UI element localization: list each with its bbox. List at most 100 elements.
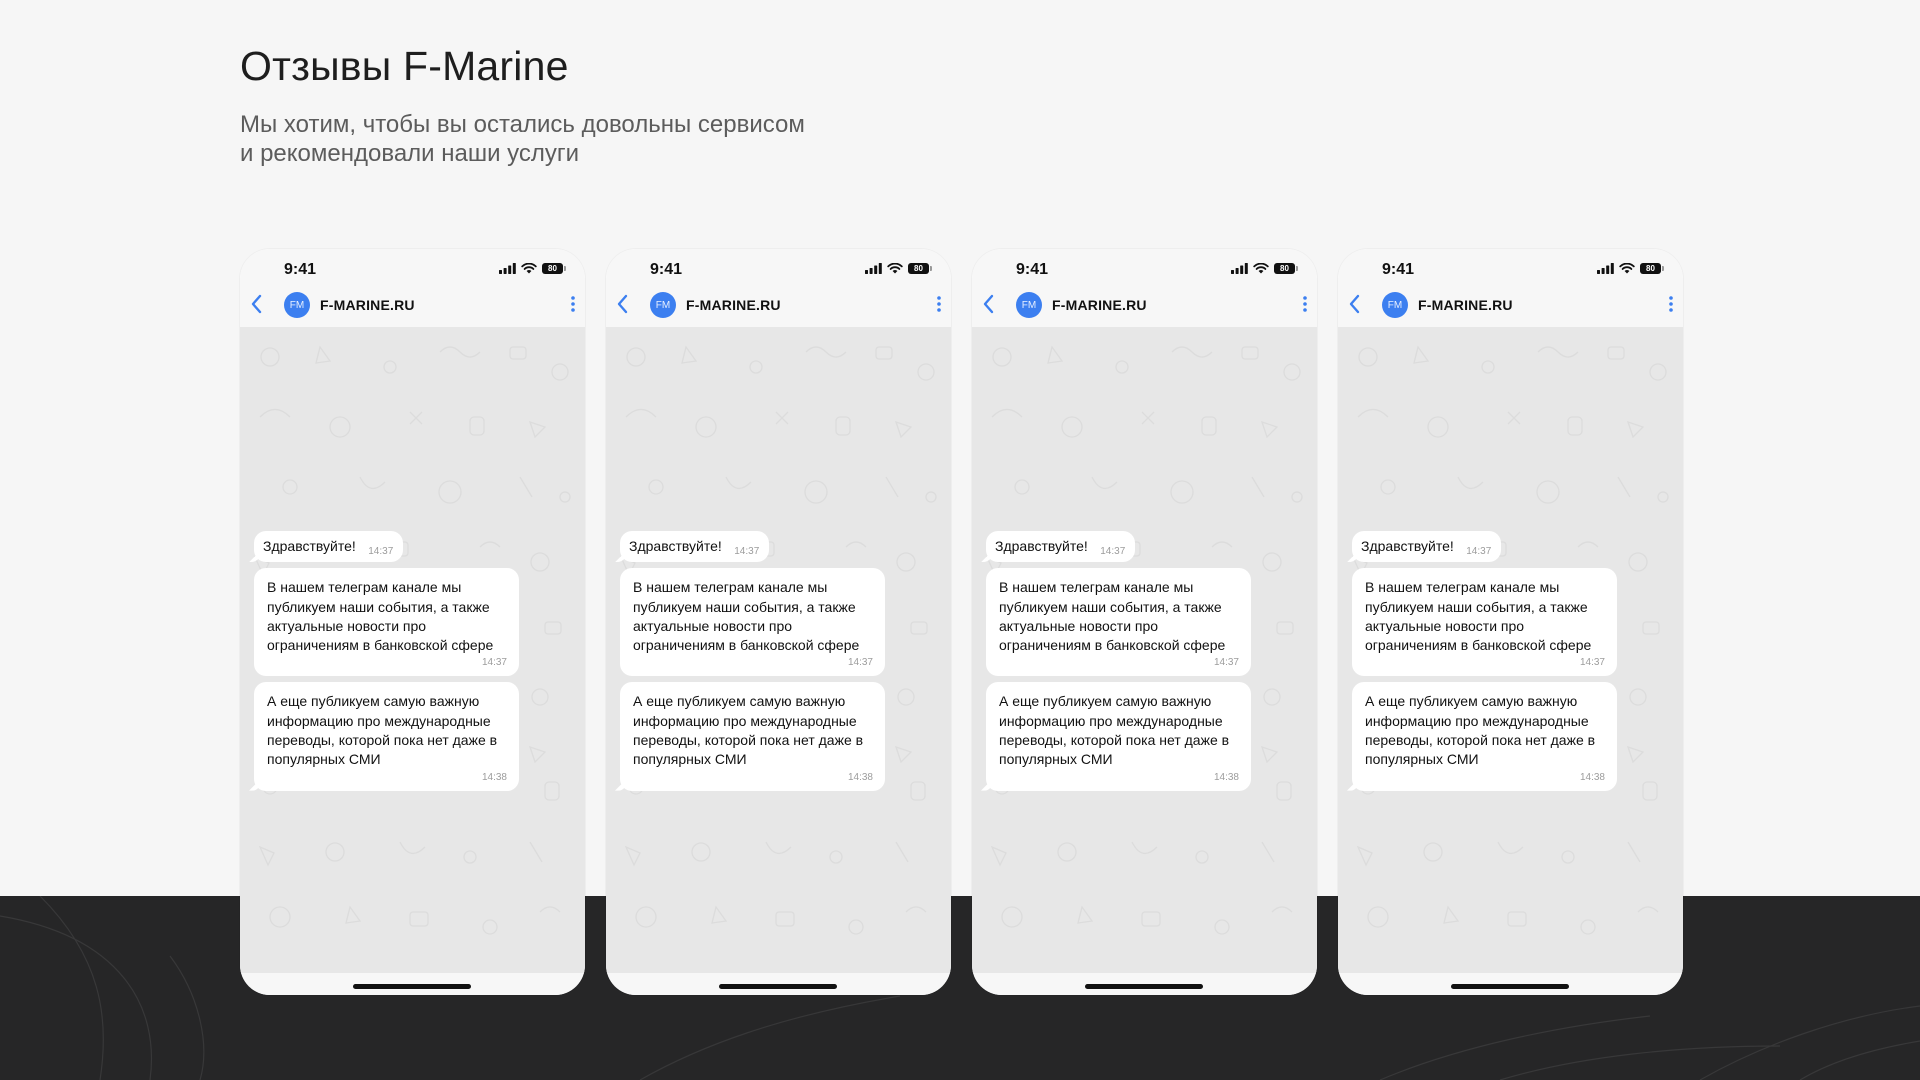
- message-list: Здравствуйте! 14:37 В нашем телеграм кан…: [986, 531, 1251, 797]
- battery-level: 80: [1280, 264, 1289, 273]
- phone-mockup: 9:41 80 FM F-MARINE.RU Здравствуйте! 14:…: [1338, 249, 1683, 995]
- message-bubble[interactable]: А еще публикуем самую важную информацию …: [1352, 682, 1617, 791]
- avatar-initials: FM: [289, 299, 305, 311]
- message-text: В нашем телеграм канале мы публикуем наш…: [999, 579, 1226, 654]
- chat-name[interactable]: F-MARINE.RU: [320, 297, 415, 313]
- chat-avatar[interactable]: FM: [1016, 292, 1042, 318]
- cellular-signal-icon: [499, 263, 516, 274]
- chat-header: FM F-MARINE.RU: [1338, 289, 1683, 319]
- message-bubble[interactable]: А еще публикуем самую важную информацию …: [254, 682, 519, 791]
- battery-icon: 80: [908, 263, 932, 274]
- status-icons: 80: [1597, 263, 1664, 274]
- cellular-signal-icon: [1597, 263, 1614, 274]
- chat-header: FM F-MARINE.RU: [606, 289, 951, 319]
- chat-name[interactable]: F-MARINE.RU: [1418, 297, 1513, 313]
- cellular-signal-icon: [865, 263, 882, 274]
- message-time: 14:37: [368, 546, 394, 557]
- more-vertical-icon[interactable]: [1667, 294, 1675, 314]
- more-vertical-icon[interactable]: [935, 294, 943, 314]
- back-chevron-icon[interactable]: [248, 292, 266, 316]
- avatar-initials: FM: [1387, 299, 1403, 311]
- battery-icon: 80: [1640, 263, 1664, 274]
- phone-mockups: 9:41 80 FM F-MARINE.RU Здравствуйте! 14:…: [240, 249, 1683, 995]
- more-vertical-icon[interactable]: [1301, 294, 1309, 314]
- status-icons: 80: [1231, 263, 1298, 274]
- home-bar-area: [240, 973, 585, 995]
- battery-icon: 80: [1274, 263, 1298, 274]
- message-time: 14:38: [1579, 771, 1605, 783]
- message-text: В нашем телеграм канале мы публикуем наш…: [1365, 579, 1592, 654]
- chat-name[interactable]: F-MARINE.RU: [1052, 297, 1147, 313]
- message-text: Здравствуйте!: [1361, 538, 1454, 554]
- status-icons: 80: [865, 263, 932, 274]
- message-text: Здравствуйте!: [995, 538, 1088, 554]
- message-time: 14:37: [1213, 657, 1239, 669]
- message-time: 14:37: [1579, 657, 1605, 669]
- message-text: В нашем телеграм канале мы публикуем наш…: [633, 579, 860, 654]
- message-time: 14:38: [481, 771, 507, 783]
- home-indicator[interactable]: [353, 984, 471, 989]
- chat-avatar[interactable]: FM: [650, 292, 676, 318]
- chat-area[interactable]: Здравствуйте! 14:37 В нашем телеграм кан…: [606, 327, 951, 973]
- chat-area[interactable]: Здравствуйте! 14:37 В нашем телеграм кан…: [1338, 327, 1683, 973]
- chat-area[interactable]: Здравствуйте! 14:37 В нашем телеграм кан…: [240, 327, 585, 973]
- subtitle-line: и рекомендовали наши услуги: [240, 140, 580, 167]
- status-bar: 9:41 80: [240, 259, 585, 283]
- home-bar-area: [972, 973, 1317, 995]
- back-chevron-icon[interactable]: [980, 292, 998, 316]
- status-time: 9:41: [1382, 261, 1415, 278]
- chat-header: FM F-MARINE.RU: [972, 289, 1317, 319]
- message-text: Здравствуйте!: [629, 538, 722, 554]
- message-bubble[interactable]: В нашем телеграм канале мы публикуем наш…: [254, 568, 519, 677]
- message-time: 14:37: [847, 657, 873, 669]
- phone-mockup: 9:41 80 FM F-MARINE.RU Здравствуйте! 14:…: [240, 249, 585, 995]
- cellular-signal-icon: [1231, 263, 1248, 274]
- message-bubble[interactable]: Здравствуйте! 14:37: [254, 531, 404, 563]
- home-bar-area: [606, 973, 951, 995]
- chat-name[interactable]: F-MARINE.RU: [686, 297, 781, 313]
- status-bar: 9:41 80: [606, 259, 951, 283]
- status-time: 9:41: [284, 261, 317, 278]
- message-time: 14:37: [1100, 546, 1126, 557]
- chat-avatar[interactable]: FM: [1382, 292, 1408, 318]
- message-bubble[interactable]: А еще публикуем самую важную информацию …: [620, 682, 885, 791]
- battery-level: 80: [1646, 264, 1655, 273]
- subtitle-line: Мы хотим, чтобы вы остались довольны сер…: [240, 111, 805, 138]
- page-title: Отзывы F-Marine: [240, 43, 569, 89]
- message-time: 14:37: [734, 546, 760, 557]
- home-indicator[interactable]: [719, 984, 837, 989]
- avatar-initials: FM: [655, 299, 671, 311]
- message-bubble[interactable]: Здравствуйте! 14:37: [1352, 531, 1502, 563]
- back-chevron-icon[interactable]: [614, 292, 632, 316]
- wifi-icon: [1619, 263, 1635, 274]
- message-text: А еще публикуем самую важную информацию …: [633, 693, 864, 768]
- message-bubble[interactable]: А еще публикуем самую важную информацию …: [986, 682, 1251, 791]
- message-time: 14:38: [847, 771, 873, 783]
- wifi-icon: [1253, 263, 1269, 274]
- message-text: А еще публикуем самую важную информацию …: [999, 693, 1230, 768]
- page-header: Отзывы F-Marine Мы хотим, чтобы вы остал…: [240, 40, 805, 168]
- message-list: Здравствуйте! 14:37 В нашем телеграм кан…: [254, 531, 519, 797]
- message-time: 14:38: [1213, 771, 1239, 783]
- status-icons: 80: [499, 263, 566, 274]
- message-text: В нашем телеграм канале мы публикуем наш…: [267, 579, 494, 654]
- back-chevron-icon[interactable]: [1346, 292, 1364, 316]
- message-bubble[interactable]: В нашем телеграм канале мы публикуем наш…: [620, 568, 885, 677]
- phone-mockup: 9:41 80 FM F-MARINE.RU Здравствуйте! 14:…: [972, 249, 1317, 995]
- status-bar: 9:41 80: [1338, 259, 1683, 283]
- message-bubble[interactable]: В нашем телеграм канале мы публикуем наш…: [1352, 568, 1617, 677]
- message-bubble[interactable]: Здравствуйте! 14:37: [986, 531, 1136, 563]
- message-bubble[interactable]: В нашем телеграм канале мы публикуем наш…: [986, 568, 1251, 677]
- message-list: Здравствуйте! 14:37 В нашем телеграм кан…: [620, 531, 885, 797]
- home-indicator[interactable]: [1085, 984, 1203, 989]
- chat-avatar[interactable]: FM: [284, 292, 310, 318]
- message-text: Здравствуйте!: [263, 538, 356, 554]
- message-time: 14:37: [1466, 546, 1492, 557]
- home-indicator[interactable]: [1451, 984, 1569, 989]
- chat-area[interactable]: Здравствуйте! 14:37 В нашем телеграм кан…: [972, 327, 1317, 973]
- message-list: Здравствуйте! 14:37 В нашем телеграм кан…: [1352, 531, 1617, 797]
- message-time: 14:37: [481, 657, 507, 669]
- more-vertical-icon[interactable]: [569, 294, 577, 314]
- message-bubble[interactable]: Здравствуйте! 14:37: [620, 531, 770, 563]
- battery-level: 80: [914, 264, 923, 273]
